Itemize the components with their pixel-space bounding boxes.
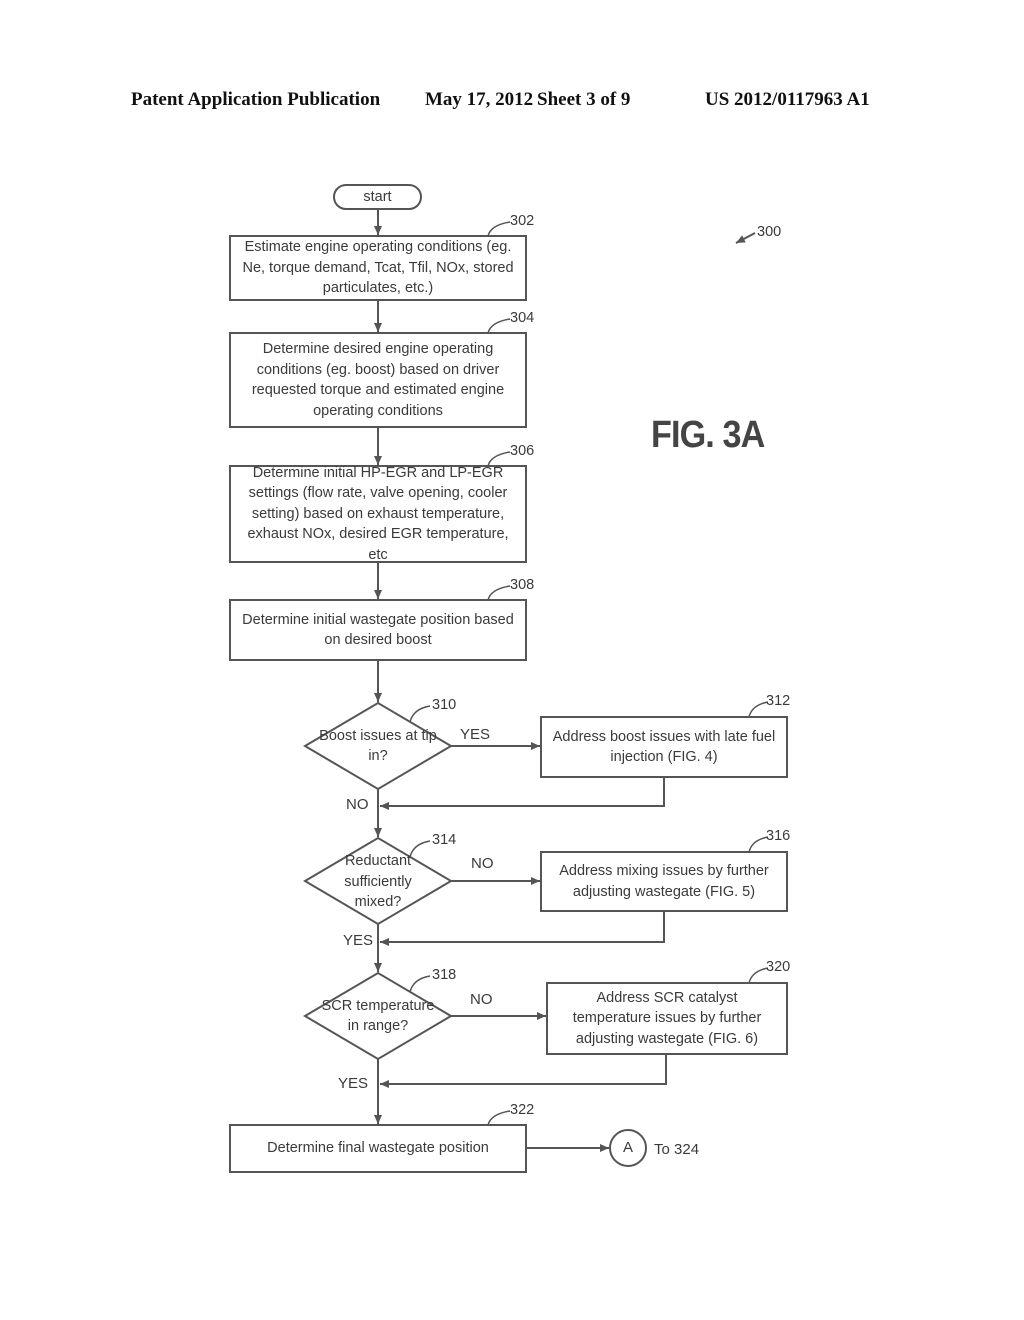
ref-308: 308 xyxy=(510,577,535,593)
ref-306: 306 xyxy=(510,443,535,459)
leader-308 xyxy=(487,585,511,601)
arrow-312-return xyxy=(380,777,665,810)
figure-label: FIG. 3A xyxy=(651,414,765,456)
step-320-text: Address SCR catalyst temperature issues … xyxy=(572,989,762,1047)
step-302-text: Estimate engine operating conditions (eg… xyxy=(242,239,514,297)
step-312-text: Address boost issues with late fuel inje… xyxy=(552,728,776,766)
decision-318-no-label: NO xyxy=(470,991,493,1008)
leader-322 xyxy=(487,1110,511,1126)
leader-318 xyxy=(409,975,431,993)
decision-310-no-label: NO xyxy=(346,796,369,813)
leader-310 xyxy=(409,705,431,723)
ref-310: 310 xyxy=(432,697,457,713)
step-306-text: Determine initial HP-EGR and LP-EGR sett… xyxy=(247,464,509,563)
leader-302 xyxy=(487,221,511,237)
start-label: start xyxy=(363,188,392,205)
ref-314: 314 xyxy=(432,832,457,848)
step-322-text: Determine final wastegate position xyxy=(267,1140,489,1157)
ref-302: 302 xyxy=(510,213,535,229)
ref-320: 320 xyxy=(766,959,791,975)
figure-ref-number: 300 xyxy=(757,224,782,240)
decision-310-yes-label: YES xyxy=(460,726,491,743)
step-308-text: Determine initial wastegate position bas… xyxy=(242,611,514,649)
step-304-text: Determine desired engine operating condi… xyxy=(251,341,505,419)
step-316-text: Address mixing issues by further adjusti… xyxy=(559,863,769,900)
decision-314-yes-label: YES xyxy=(343,932,374,949)
ref-316: 316 xyxy=(766,828,791,844)
ref-312: 312 xyxy=(766,693,791,709)
arrow-320-return xyxy=(380,1054,667,1088)
ref-322: 322 xyxy=(510,1102,535,1118)
ref-304: 304 xyxy=(510,310,535,326)
connector-a-label: A xyxy=(622,1138,633,1156)
decision-314-no-label: NO xyxy=(471,855,494,872)
figure-ref-arrow xyxy=(735,232,756,244)
flowchart xyxy=(229,184,788,1173)
decision-318-text: SCR temperature in range? xyxy=(321,997,435,1035)
decision-310-text: Boost issues at tip in? xyxy=(319,727,437,765)
leader-304 xyxy=(487,318,511,334)
decision-318-yes-label: YES xyxy=(338,1075,369,1092)
ref-318: 318 xyxy=(432,967,457,983)
arrow-316-return xyxy=(380,911,665,946)
connector-target-label: To 324 xyxy=(654,1141,700,1158)
decision-314-text: Reductant sufficiently mixed? xyxy=(344,853,412,911)
